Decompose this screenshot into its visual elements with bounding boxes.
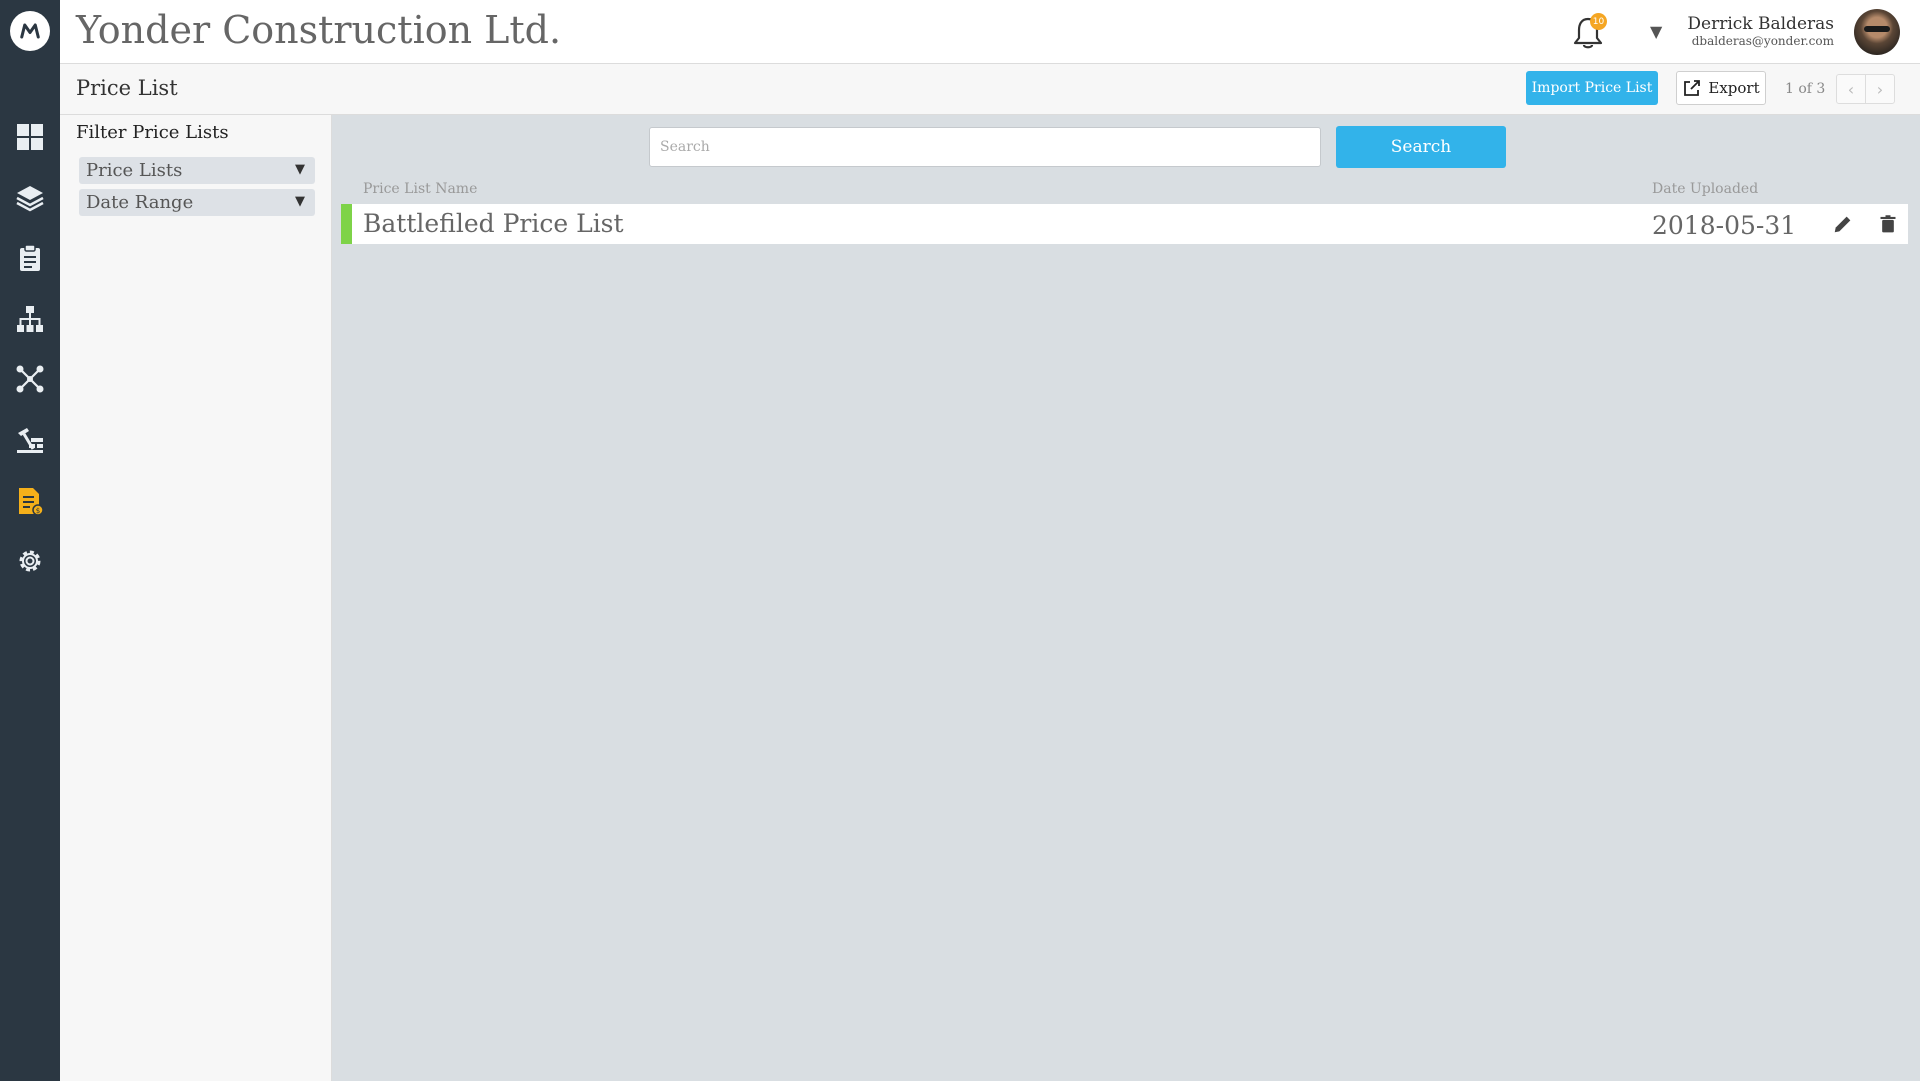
page-toolbar: Price List Import Price List Export 1 of…	[60, 64, 1920, 115]
page-title: Price List	[76, 76, 178, 100]
previous-page-button[interactable]: ‹	[1836, 74, 1866, 104]
delete-trash-icon[interactable]	[1876, 212, 1900, 236]
clipboard-icon[interactable]	[15, 243, 45, 273]
filter-title: Filter Price Lists	[76, 122, 229, 143]
date-range-filter-dropdown[interactable]: Date Range ▼	[79, 189, 315, 216]
date-range-filter-label: Date Range	[86, 192, 194, 213]
construction-icon[interactable]	[15, 425, 45, 455]
user-name: Derrick Balderas	[1687, 14, 1834, 34]
export-icon	[1684, 80, 1701, 96]
pagination-status: 1 of 3	[1785, 81, 1826, 97]
layers-icon[interactable]	[15, 183, 45, 213]
dashboard-icon[interactable]	[15, 122, 45, 152]
user-email: dbalderas@yonder.com	[1691, 34, 1834, 48]
column-header-date-uploaded[interactable]: Date Uploaded	[1652, 181, 1758, 197]
user-menu-chevron-down-icon[interactable]: ▼	[1650, 22, 1662, 41]
notifications-bell-icon[interactable]: 10	[1570, 13, 1607, 51]
search-button[interactable]: Search	[1336, 126, 1506, 168]
price-lists-filter-dropdown[interactable]: Price Lists ▼	[79, 157, 315, 184]
company-name: Yonder Construction Ltd.	[76, 8, 562, 52]
export-button[interactable]: Export	[1676, 71, 1766, 105]
settings-gear-icon[interactable]	[15, 546, 45, 576]
avatar[interactable]	[1854, 9, 1900, 55]
column-header-price-list-name[interactable]: Price List Name	[363, 181, 477, 197]
svg-text:$: $	[36, 507, 40, 515]
network-icon[interactable]	[15, 364, 45, 394]
nav-rail: $	[0, 0, 60, 1081]
main-content: Search Price List Name Date Uploaded Bat…	[332, 115, 1920, 1081]
notification-count-badge: 10	[1590, 13, 1607, 30]
next-page-button[interactable]: ›	[1865, 74, 1895, 104]
price-list-document-icon[interactable]: $	[15, 486, 45, 516]
date-uploaded-cell: 2018-05-31	[1652, 211, 1797, 240]
search-input[interactable]	[649, 127, 1321, 167]
status-indicator	[341, 204, 352, 244]
filter-panel: Filter Price Lists Price Lists ▼ Date Ra…	[60, 115, 332, 1081]
price-list-name-cell[interactable]: Battlefiled Price List	[363, 209, 624, 238]
edit-pencil-icon[interactable]	[1831, 212, 1855, 236]
import-price-list-button[interactable]: Import Price List	[1526, 71, 1658, 105]
top-header: Yonder Construction Ltd. 10 ▼ Derrick Ba…	[60, 0, 1920, 64]
price-lists-filter-label: Price Lists	[86, 160, 183, 181]
app-logo-icon[interactable]	[10, 11, 50, 51]
export-label: Export	[1708, 79, 1760, 97]
org-chart-icon[interactable]	[15, 304, 45, 334]
table-row[interactable]: Battlefiled Price List 2018-05-31	[341, 204, 1908, 244]
chevron-down-icon: ▼	[295, 194, 305, 209]
chevron-down-icon: ▼	[295, 162, 305, 177]
